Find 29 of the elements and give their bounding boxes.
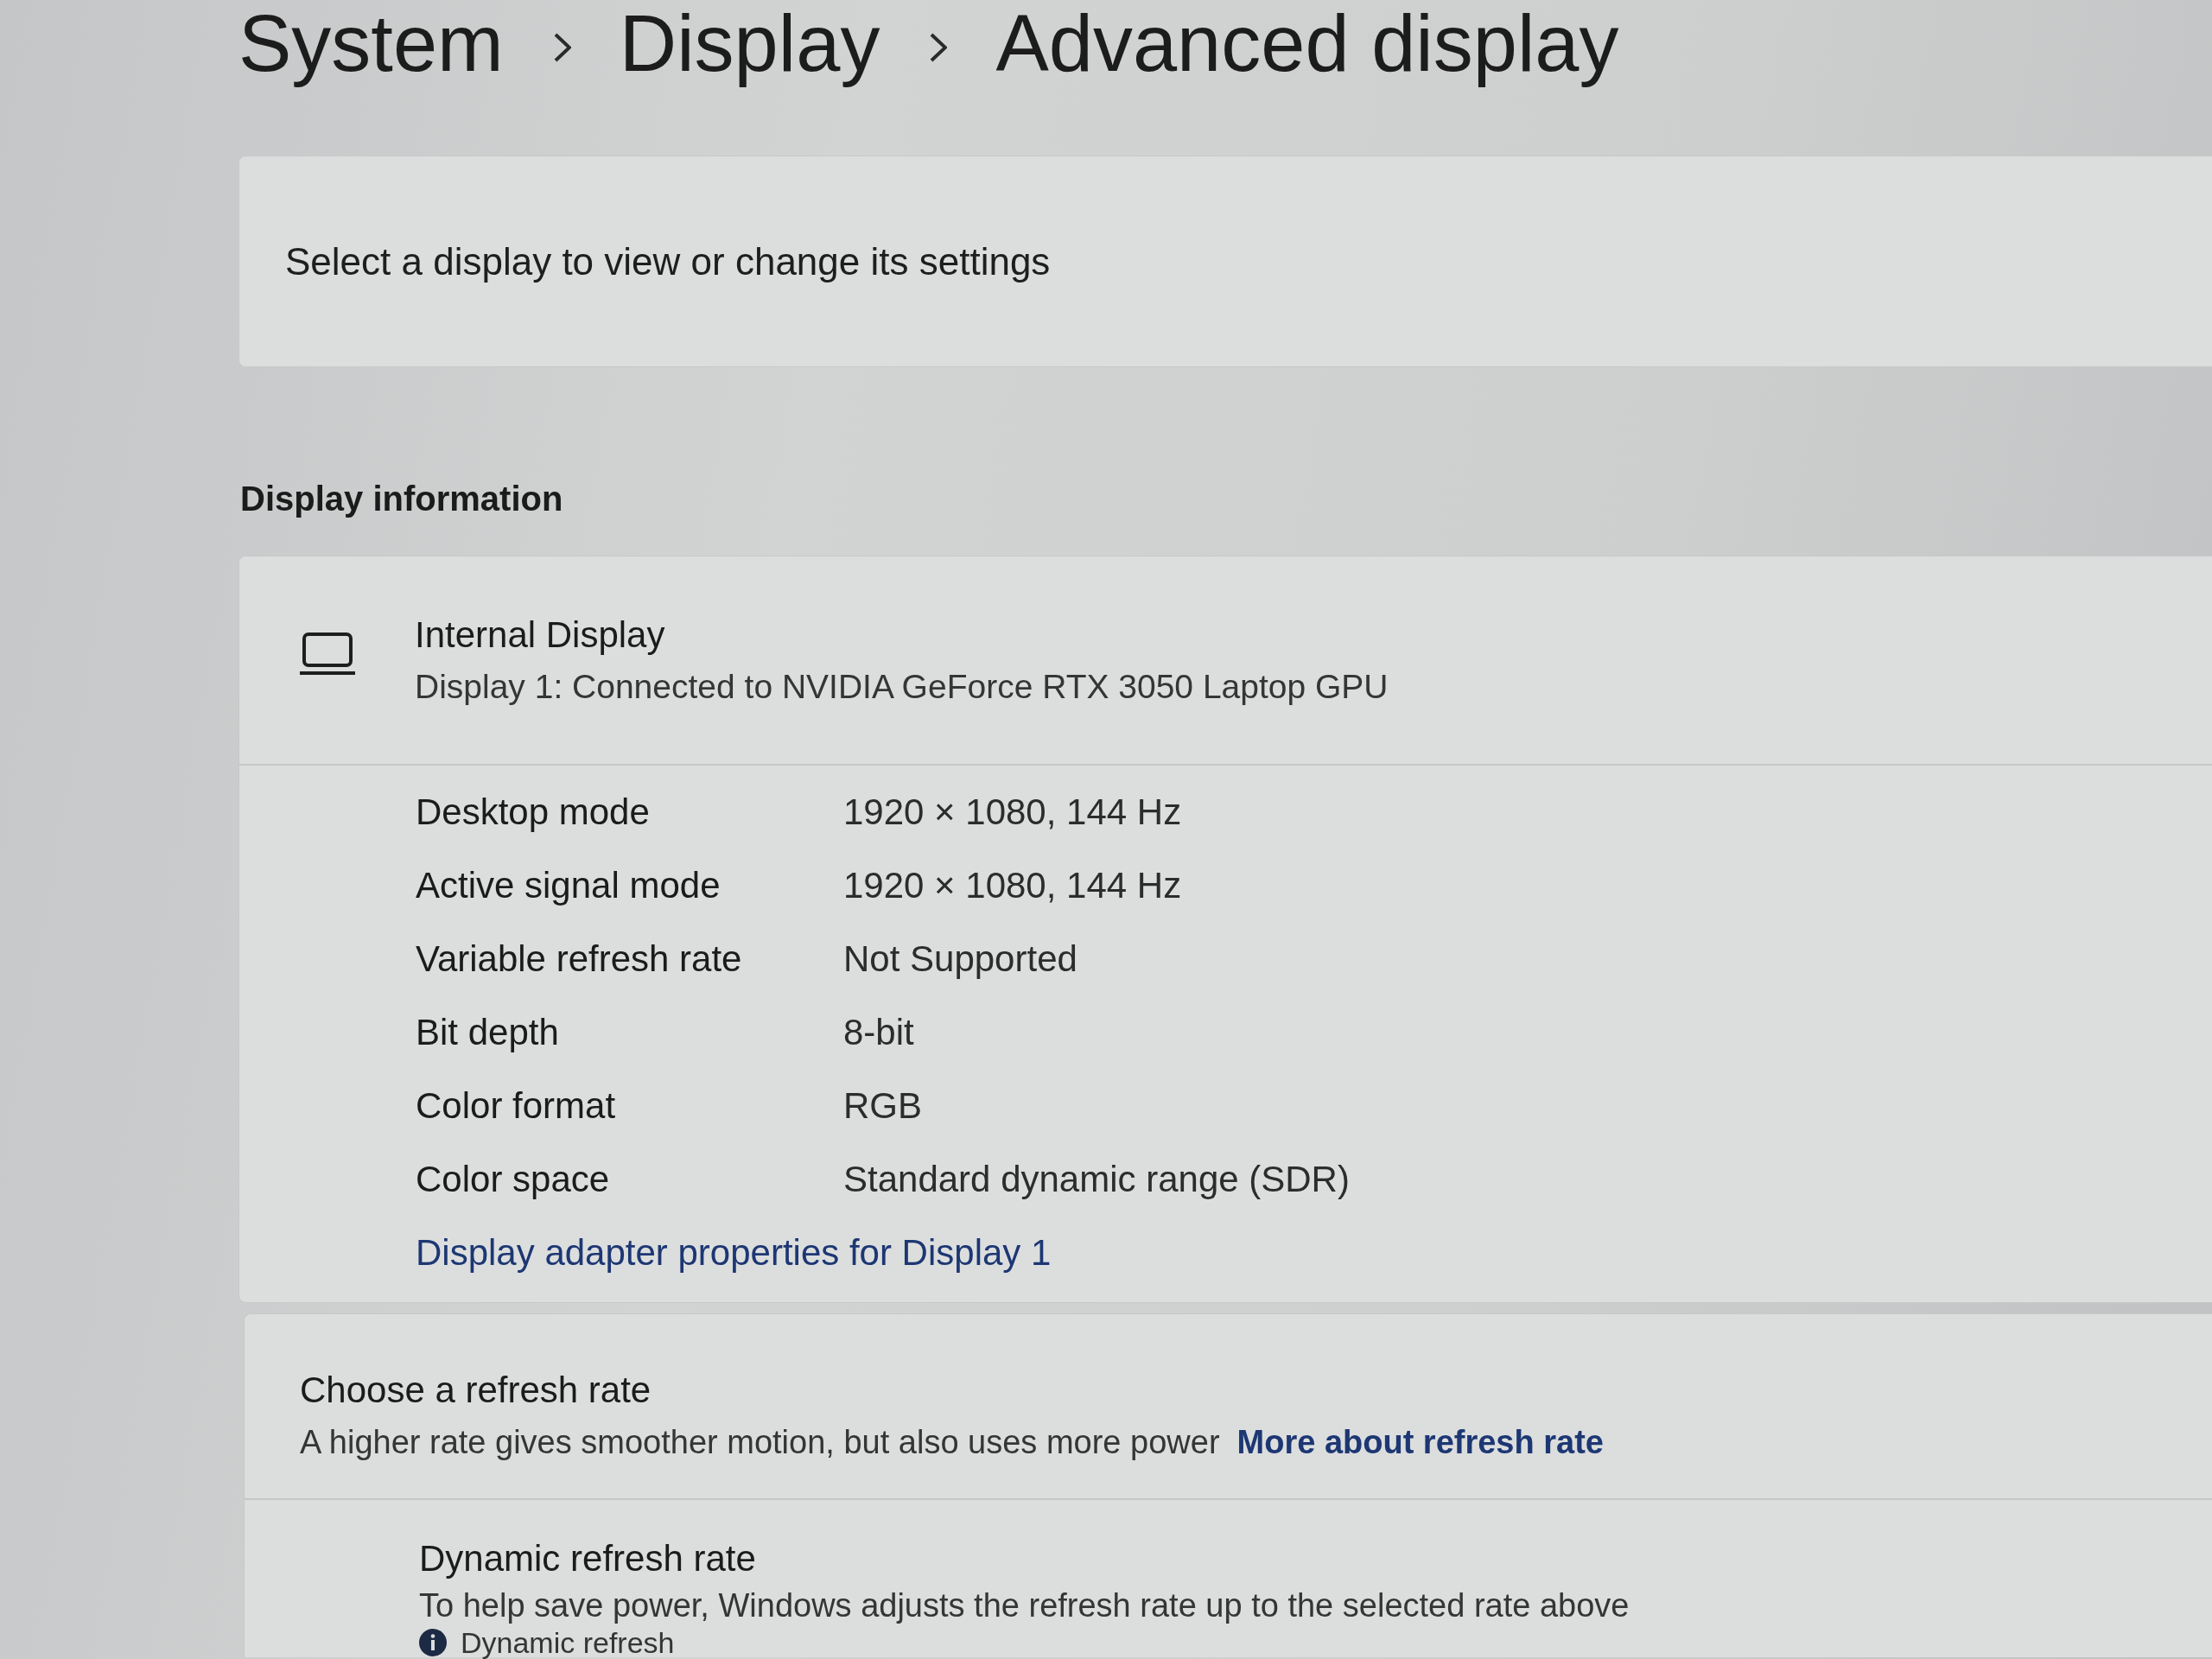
chevron-icon [553, 33, 571, 62]
note-text: Dynamic refresh [461, 1628, 675, 1657]
property-value: Standard dynamic range (SDR) [843, 1157, 1350, 1201]
property-value: RGB [843, 1084, 922, 1128]
property-value: 1920 × 1080, 144 Hz [843, 863, 1182, 907]
breadcrumb-link[interactable]: Display [619, 0, 880, 86]
chevron-icon [930, 33, 948, 62]
property-value: 1920 × 1080, 144 Hz [843, 790, 1182, 834]
property-label: Active signal mode [416, 863, 721, 907]
setting-title: Choose a refresh rate [300, 1370, 652, 1411]
instruction-text: Select a display to view or change its settings [285, 238, 1051, 284]
property-label: Bit depth [416, 1010, 559, 1054]
property-value: 8-bit [843, 1010, 914, 1054]
setting-description: To help save power, Windows adjusts the refresh rate up to the selected rate above [419, 1586, 1630, 1624]
laptop-icon [300, 632, 355, 677]
adapter-properties-link[interactable]: Display adapter properties for Display 1 [416, 1216, 1052, 1290]
page-title: Advanced display [995, 0, 1619, 86]
property-label: Color format [416, 1084, 616, 1128]
setting-description: A higher rate gives smoother motion, but also uses more power [300, 1423, 1220, 1461]
refresh-rate-link[interactable]: More about refresh rate [1236, 1423, 1604, 1461]
display-description: Display 1: Connected to NVIDIA GeForce RTX 3050 Laptop GPU [415, 667, 1389, 707]
breadcrumb-link[interactable]: System [238, 0, 504, 86]
section-heading: Display information [240, 479, 563, 519]
property-label: Color space [416, 1157, 610, 1201]
property-value: Not Supported [843, 937, 1077, 981]
property-label: Desktop mode [416, 790, 650, 834]
property-label: Variable refresh rate [416, 937, 742, 981]
display-name: Internal Display [415, 613, 665, 657]
setting-title: Dynamic refresh rate [419, 1538, 756, 1580]
